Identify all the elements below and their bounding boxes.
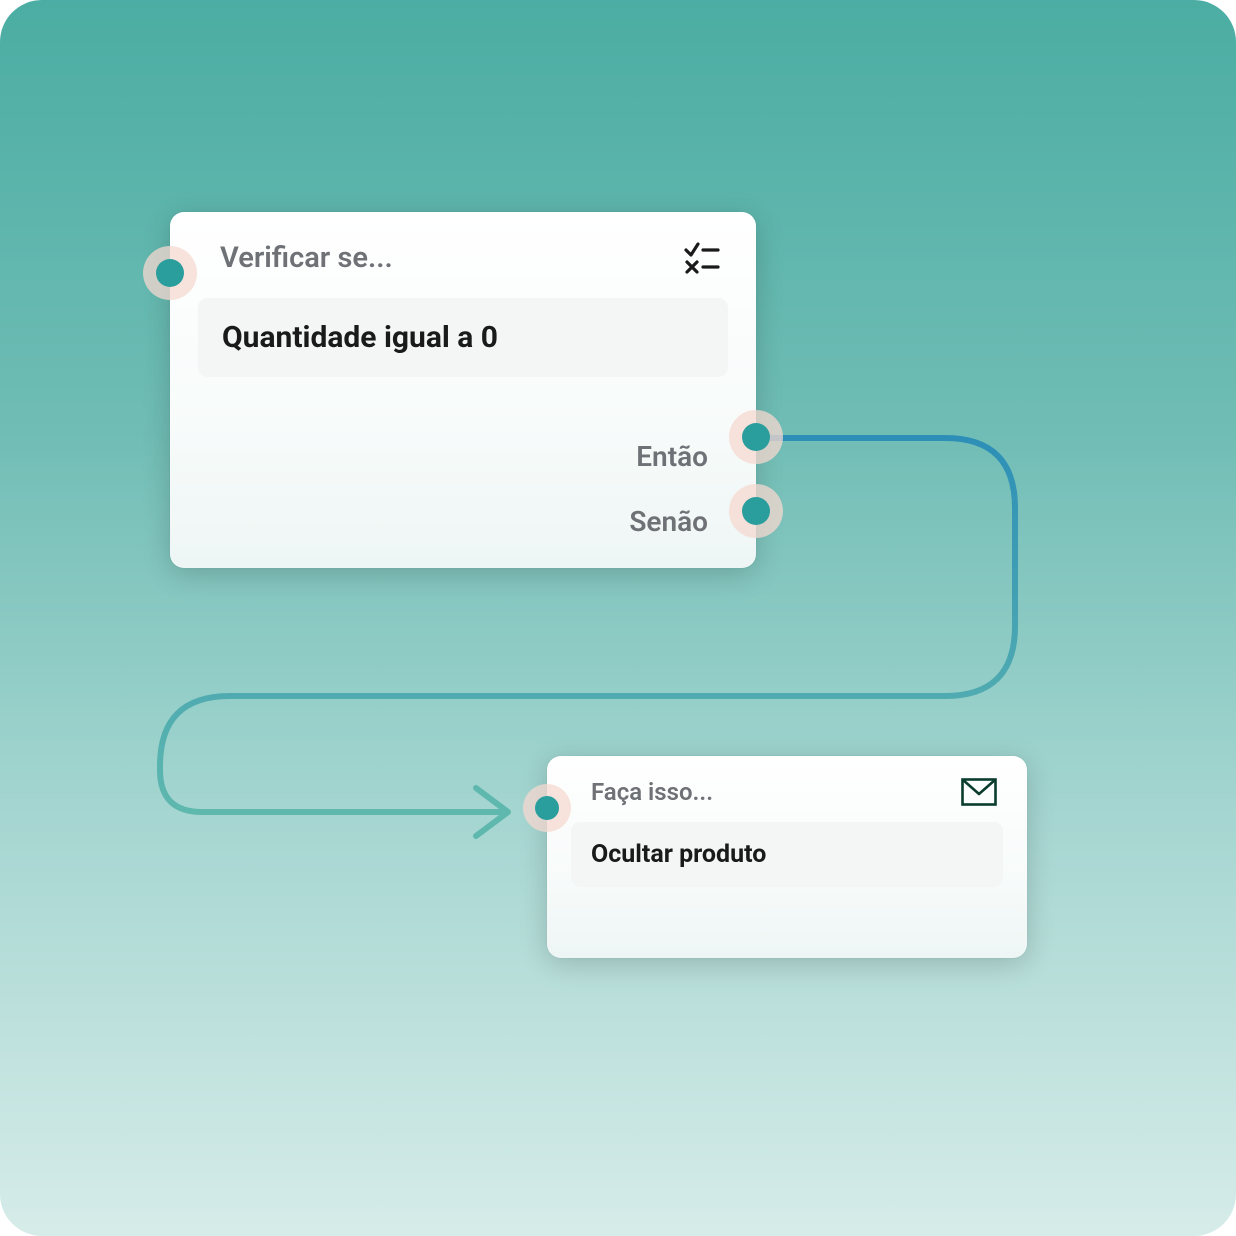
action-expression[interactable]: Ocultar produto [571, 822, 1003, 887]
port-dot-icon [535, 796, 559, 820]
else-label: Senão [629, 505, 708, 538]
port-dot-icon [742, 423, 770, 451]
checklist-icon [684, 240, 720, 276]
action-input-port[interactable] [523, 784, 571, 832]
condition-node[interactable]: Verificar se... Quantidade igual a 0 Ent… [170, 212, 756, 568]
envelope-icon [961, 778, 997, 806]
action-node[interactable]: Faça isso... Ocultar produto [547, 756, 1027, 958]
port-dot-icon [156, 259, 184, 287]
port-dot-icon [742, 497, 770, 525]
connector-then-to-action [0, 0, 1236, 1236]
condition-then-port[interactable] [729, 410, 783, 464]
then-label: Então [629, 440, 708, 473]
condition-input-port[interactable] [143, 246, 197, 300]
condition-title: Verificar se... [220, 241, 393, 275]
condition-expression[interactable]: Quantidade igual a 0 [198, 298, 728, 377]
condition-else-port[interactable] [729, 484, 783, 538]
flow-canvas: Verificar se... Quantidade igual a 0 Ent… [0, 0, 1236, 1236]
action-title: Faça isso... [591, 778, 713, 806]
